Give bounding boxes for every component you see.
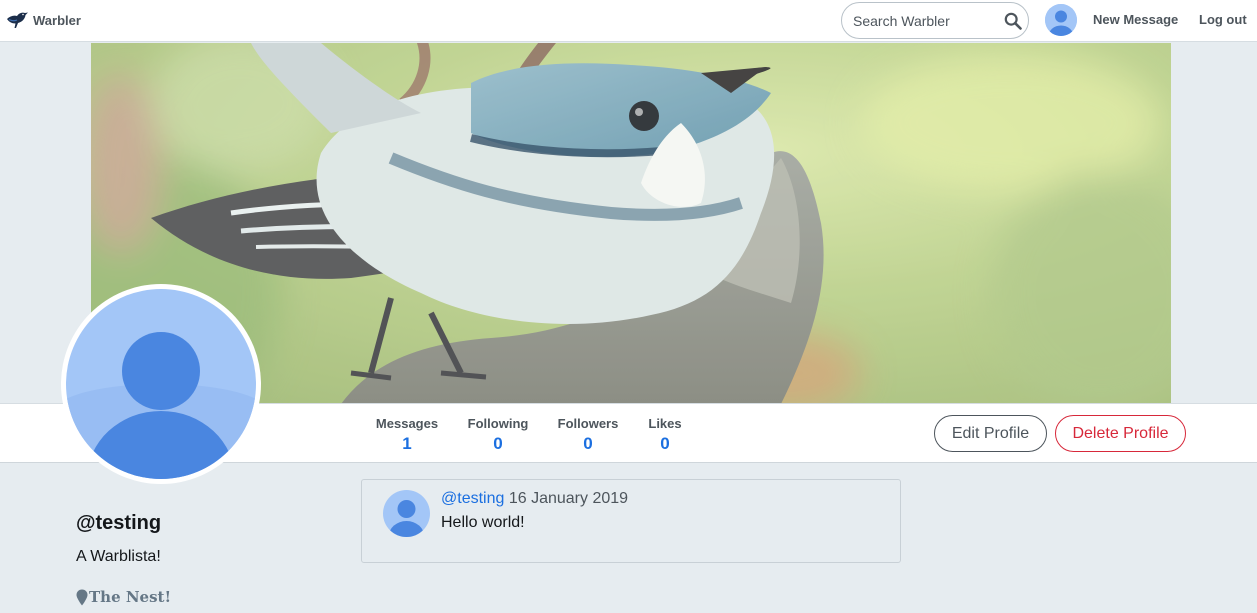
search-box: [841, 2, 1029, 39]
message-card[interactable]: @testing 16 January 2019 Hello world!: [361, 479, 901, 563]
search-input[interactable]: [853, 10, 998, 32]
brand-name: Warbler: [33, 12, 81, 28]
new-message-link[interactable]: New Message: [1093, 12, 1178, 27]
profile-location-text: The Nest!: [89, 588, 172, 606]
profile-avatar: [61, 284, 261, 484]
navbar: Warbler New Message Log out: [0, 0, 1257, 42]
warbler-logo-icon: [7, 12, 28, 28]
stat-messages-label: Messages: [375, 416, 439, 431]
user-avatar-icon: [66, 289, 256, 479]
stat-messages-value: 1: [402, 434, 412, 453]
stat-following[interactable]: Following 0: [467, 416, 529, 454]
map-pin-icon: [76, 589, 88, 605]
brand-link[interactable]: Warbler: [6, 9, 81, 31]
edit-profile-button[interactable]: Edit Profile: [934, 415, 1047, 452]
stat-following-label: Following: [467, 416, 529, 431]
user-avatar-icon: [1045, 4, 1077, 36]
delete-profile-button[interactable]: Delete Profile: [1055, 415, 1186, 452]
stat-likes-value: 0: [660, 434, 670, 453]
message-meta: @testing 16 January 2019: [441, 490, 628, 508]
stat-likes-label: Likes: [648, 416, 682, 431]
message-date: 16 January 2019: [508, 490, 629, 507]
message-text: Hello world!: [441, 514, 525, 531]
user-avatar-icon: [383, 490, 430, 537]
profile-location: The Nest!: [76, 588, 171, 606]
stat-messages[interactable]: Messages 1: [375, 416, 439, 454]
message-avatar[interactable]: [383, 490, 430, 537]
profile-username: @testing: [76, 512, 162, 534]
logout-link[interactable]: Log out: [1199, 12, 1247, 27]
nav-avatar[interactable]: [1045, 4, 1077, 36]
stat-likes[interactable]: Likes 0: [646, 416, 684, 454]
stat-following-value: 0: [493, 434, 503, 453]
stat-followers-label: Followers: [557, 416, 619, 431]
message-username-link[interactable]: @testing: [441, 490, 504, 507]
search-icon[interactable]: [1004, 12, 1022, 30]
stat-followers-value: 0: [583, 434, 593, 453]
stat-followers[interactable]: Followers 0: [556, 416, 620, 454]
profile-bio: A Warblista!: [76, 548, 161, 565]
